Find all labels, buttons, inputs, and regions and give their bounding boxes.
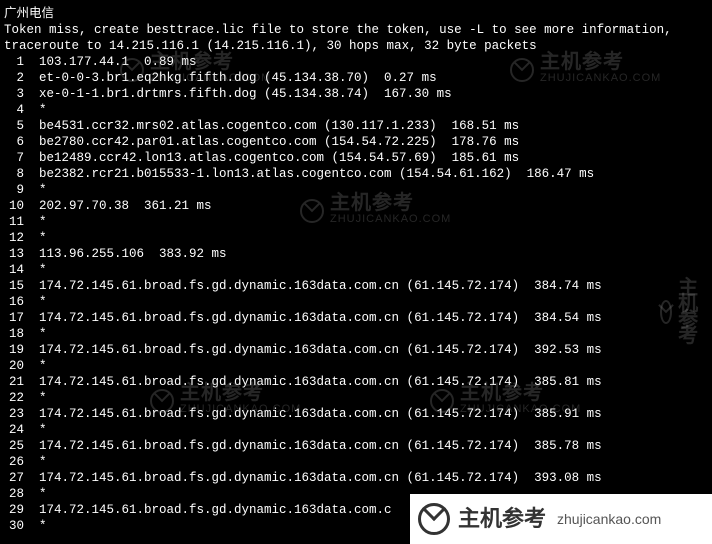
hop-text: be2382.rcr21.b015533-1.lon13.atlas.cogen… [24, 167, 594, 181]
hop-text: be12489.ccr42.lon13.atlas.cogentco.com (… [24, 151, 519, 165]
hop-text: 174.72.145.61.broad.fs.gd.dynamic.163dat… [24, 471, 602, 485]
hop-text: 103.177.44.1 0.89 ms [24, 55, 197, 69]
traceroute-hop: 16 * [4, 294, 708, 310]
traceroute-hop: 13 113.96.255.106 383.92 ms [4, 246, 708, 262]
banner-text-en: zhujicankao.com [557, 511, 661, 527]
traceroute-hop: 22 * [4, 390, 708, 406]
hop-text: * [24, 263, 47, 277]
banner-text-cn: 主机参考 [458, 511, 546, 527]
hop-text: * [24, 327, 47, 341]
traceroute-hop: 15 174.72.145.61.broad.fs.gd.dynamic.163… [4, 278, 708, 294]
hop-text: 174.72.145.61.broad.fs.gd.dynamic.163dat… [24, 439, 602, 453]
traceroute-hop: 26 * [4, 454, 708, 470]
traceroute-hop: 25 174.72.145.61.broad.fs.gd.dynamic.163… [4, 438, 708, 454]
refresh-icon [418, 503, 450, 535]
hop-number: 7 [4, 150, 24, 166]
hop-text: 174.72.145.61.broad.fs.gd.dynamic.163dat… [24, 279, 602, 293]
traceroute-hop: 7 be12489.ccr42.lon13.atlas.cogentco.com… [4, 150, 708, 166]
terminal-title: 广州电信 [4, 6, 708, 22]
traceroute-hop: 24 * [4, 422, 708, 438]
hop-text: * [24, 423, 47, 437]
hop-number: 16 [4, 294, 24, 310]
hop-number: 17 [4, 310, 24, 326]
traceroute-hop: 10 202.97.70.38 361.21 ms [4, 198, 708, 214]
traceroute-hop: 8 be2382.rcr21.b015533-1.lon13.atlas.cog… [4, 166, 708, 182]
hop-text: * [24, 391, 47, 405]
hop-text: * [24, 455, 47, 469]
hop-number: 12 [4, 230, 24, 246]
hop-text: xe-0-1-1.br1.drtmrs.fifth.dog (45.134.38… [24, 87, 452, 101]
hop-text: 113.96.255.106 383.92 ms [24, 247, 227, 261]
hop-text: 202.97.70.38 361.21 ms [24, 199, 212, 213]
hop-text: 174.72.145.61.broad.fs.gd.dynamic.163dat… [24, 375, 602, 389]
hop-number: 30 [4, 518, 24, 534]
info-line-2: traceroute to 14.215.116.1 (14.215.116.1… [4, 38, 708, 54]
hop-number: 18 [4, 326, 24, 342]
traceroute-hop: 20 * [4, 358, 708, 374]
hop-number: 24 [4, 422, 24, 438]
traceroute-hop: 3 xe-0-1-1.br1.drtmrs.fifth.dog (45.134.… [4, 86, 708, 102]
hop-number: 29 [4, 502, 24, 518]
hop-text: * [24, 295, 47, 309]
hop-text: 174.72.145.61.broad.fs.gd.dynamic.163dat… [24, 503, 392, 517]
hop-number: 14 [4, 262, 24, 278]
hop-number: 3 [4, 86, 24, 102]
hop-number: 28 [4, 486, 24, 502]
footer-banner: 主机参考 zhujicankao.com [410, 494, 712, 544]
hop-number: 27 [4, 470, 24, 486]
hop-number: 11 [4, 214, 24, 230]
hop-text: * [24, 103, 47, 117]
hop-number: 10 [4, 198, 24, 214]
traceroute-hop: 27 174.72.145.61.broad.fs.gd.dynamic.163… [4, 470, 708, 486]
hop-number: 4 [4, 102, 24, 118]
hop-text: be4531.ccr32.mrs02.atlas.cogentco.com (1… [24, 119, 519, 133]
traceroute-hop: 1 103.177.44.1 0.89 ms [4, 54, 708, 70]
hop-text: * [24, 183, 47, 197]
hop-text: * [24, 359, 47, 373]
hop-text: * [24, 231, 47, 245]
hop-number: 23 [4, 406, 24, 422]
hop-number: 1 [4, 54, 24, 70]
hop-number: 19 [4, 342, 24, 358]
traceroute-hop: 11 * [4, 214, 708, 230]
hop-text: * [24, 487, 47, 501]
hop-number: 22 [4, 390, 24, 406]
traceroute-hop: 23 174.72.145.61.broad.fs.gd.dynamic.163… [4, 406, 708, 422]
traceroute-hop: 19 174.72.145.61.broad.fs.gd.dynamic.163… [4, 342, 708, 358]
hop-text: 174.72.145.61.broad.fs.gd.dynamic.163dat… [24, 343, 602, 357]
hop-number: 5 [4, 118, 24, 134]
hop-text: et-0-0-3.br1.eq2hkg.fifth.dog (45.134.38… [24, 71, 437, 85]
hop-number: 9 [4, 182, 24, 198]
traceroute-hop: 5 be4531.ccr32.mrs02.atlas.cogentco.com … [4, 118, 708, 134]
hop-text: 174.72.145.61.broad.fs.gd.dynamic.163dat… [24, 311, 602, 325]
hop-text: * [24, 519, 47, 533]
traceroute-hop: 17 174.72.145.61.broad.fs.gd.dynamic.163… [4, 310, 708, 326]
traceroute-hop: 4 * [4, 102, 708, 118]
traceroute-hop: 21 174.72.145.61.broad.fs.gd.dynamic.163… [4, 374, 708, 390]
hop-number: 25 [4, 438, 24, 454]
hop-number: 26 [4, 454, 24, 470]
traceroute-hop: 6 be2780.ccr42.par01.atlas.cogentco.com … [4, 134, 708, 150]
traceroute-hop: 2 et-0-0-3.br1.eq2hkg.fifth.dog (45.134.… [4, 70, 708, 86]
hop-number: 20 [4, 358, 24, 374]
traceroute-hop: 14 * [4, 262, 708, 278]
hop-number: 15 [4, 278, 24, 294]
hop-number: 13 [4, 246, 24, 262]
hop-number: 21 [4, 374, 24, 390]
traceroute-hop: 12 * [4, 230, 708, 246]
hop-number: 2 [4, 70, 24, 86]
hop-text: be2780.ccr42.par01.atlas.cogentco.com (1… [24, 135, 519, 149]
hop-text: * [24, 215, 47, 229]
info-line-1: Token miss, create besttrace.lic file to… [4, 22, 708, 38]
traceroute-hop: 9 * [4, 182, 708, 198]
hop-text: 174.72.145.61.broad.fs.gd.dynamic.163dat… [24, 407, 602, 421]
hop-number: 6 [4, 134, 24, 150]
hop-number: 8 [4, 166, 24, 182]
traceroute-output: 1 103.177.44.1 0.89 ms2 et-0-0-3.br1.eq2… [4, 54, 708, 534]
traceroute-hop: 18 * [4, 326, 708, 342]
